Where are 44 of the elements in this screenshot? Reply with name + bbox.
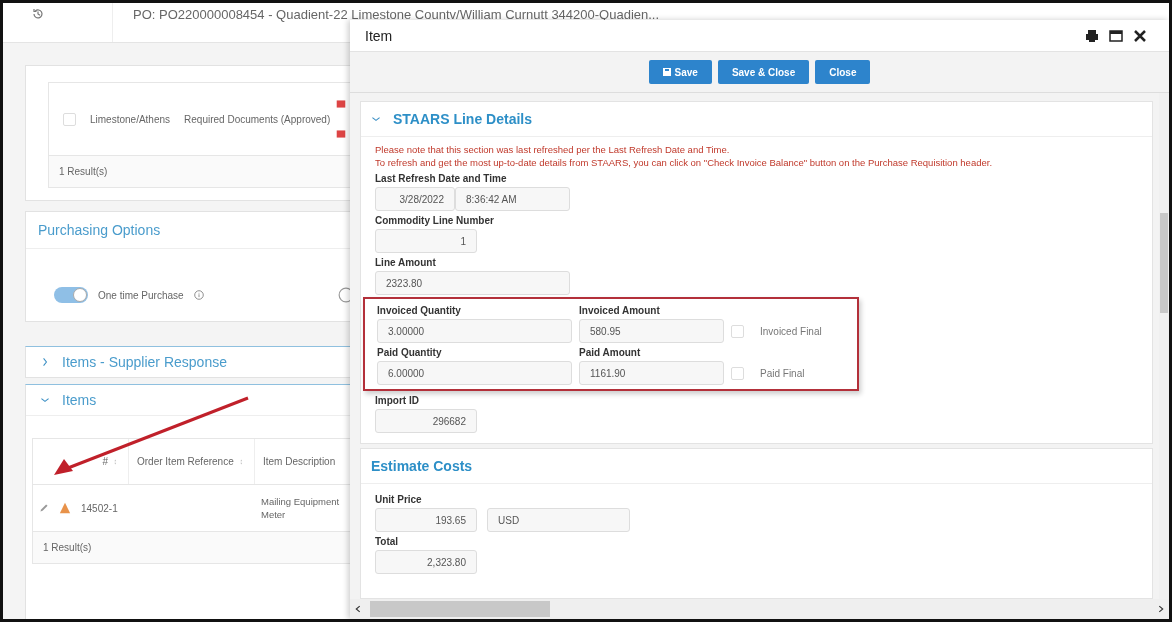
input-field: 296682: [375, 409, 477, 433]
input-field: 193.65: [375, 508, 477, 532]
section-header[interactable]: STAARS Line Details: [361, 102, 1152, 137]
input-field: 580.95: [579, 319, 724, 343]
warning-note: Please note that this section was last refreshed per the Last Refresh Date and Time.: [375, 143, 731, 156]
field-label: Paid Amount: [579, 347, 642, 358]
dialog-title: Item: [365, 27, 393, 44]
dialog-button[interactable]: Save & Close: [717, 60, 810, 84]
table-cell: Mailing Equipment Meter: [261, 496, 340, 520]
section-title: Items: [62, 392, 97, 408]
dialog-button[interactable]: Close: [815, 60, 871, 84]
field-label: Last Refresh Date and Time: [375, 173, 508, 184]
currency-field: USD: [487, 508, 630, 532]
checkbox-label: Paid Final: [760, 367, 805, 379]
input-field: 2,323.80: [375, 550, 477, 574]
input-field: 1161.90: [579, 361, 724, 385]
column-header[interactable]: #: [102, 456, 108, 467]
input-field: 2323.80: [375, 271, 570, 295]
column-header[interactable]: Item Description: [263, 456, 336, 467]
field-label: Paid Quantity: [377, 347, 443, 358]
field-label: Commodity Line Number: [375, 215, 495, 226]
section-title: STAARS Line Details: [393, 111, 532, 127]
table-cell: Required Documents (Approved): [184, 113, 331, 125]
input-field: 3.00000: [377, 319, 572, 343]
table-cell: Limestone/Athens: [90, 113, 171, 125]
date-field: 3/28/2022: [375, 187, 455, 211]
field-label: Line Amount: [375, 257, 437, 268]
page-title: PO: PO220000008454 - Quadient-22 Limestone Countv/William Curnutt 344200-Quadien...: [132, 6, 660, 22]
checkbox-label: Invoiced Final: [760, 325, 822, 337]
field-label: Invoiced Amount: [579, 305, 661, 316]
field-label: Import ID: [375, 395, 420, 406]
time-field: 8:36:42 AM: [455, 187, 570, 211]
field-label: Unit Price: [375, 494, 423, 505]
table-cell: 14502-1: [81, 502, 118, 514]
toggle-label: One time Purchase: [98, 289, 184, 301]
section-title: Estimate Costs: [371, 458, 473, 474]
input-field: 1: [375, 229, 477, 253]
section-title: Items - Supplier Response: [62, 354, 227, 370]
field-label: Total: [375, 536, 400, 547]
section-title: Purchasing Options: [38, 222, 161, 238]
field-label: Invoiced Quantity: [377, 305, 462, 316]
input-field: 6.00000: [377, 361, 572, 385]
save-button[interactable]: Save: [648, 60, 712, 84]
column-header[interactable]: Order Item Reference: [137, 456, 234, 467]
